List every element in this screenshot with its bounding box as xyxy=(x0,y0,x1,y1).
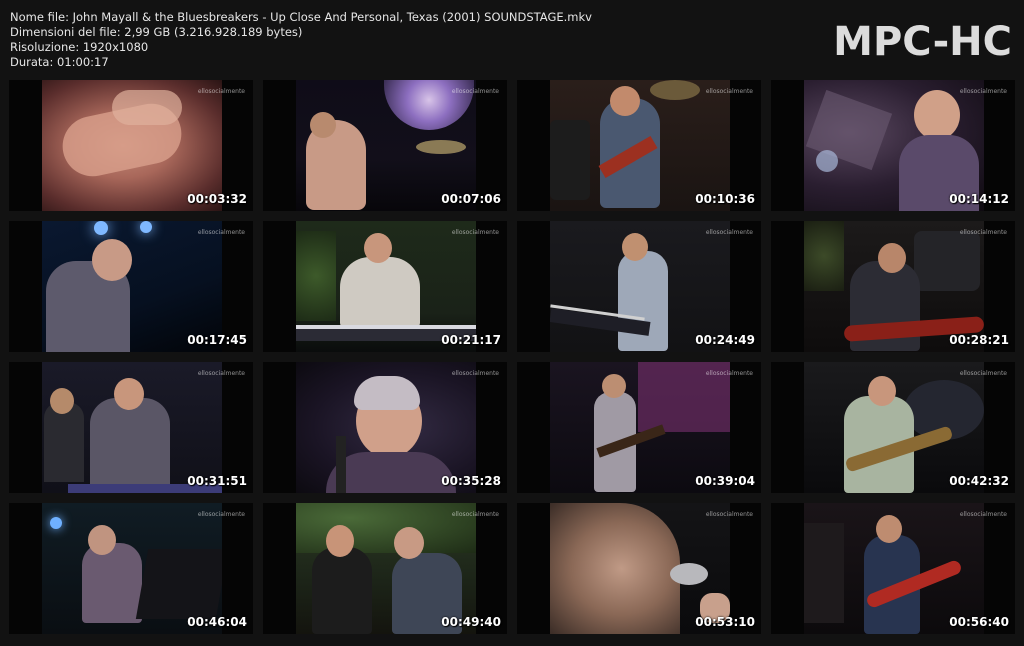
timestamp: 00:56:40 xyxy=(949,615,1009,629)
thumbnail[interactable]: ellosocialmente 00:42:32 xyxy=(771,362,1015,493)
file-resolution: Risoluzione: 1920x1080 xyxy=(10,40,149,54)
mpc-hc-logo: MPC-HC xyxy=(833,19,1012,65)
thumbnail[interactable]: ellosocialmente 00:03:32 xyxy=(9,80,253,211)
watermark-logo: ellosocialmente xyxy=(197,511,245,518)
watermark-logo: ellosocialmente xyxy=(959,511,1007,518)
watermark-logo: ellosocialmente xyxy=(451,229,499,236)
timestamp: 00:28:21 xyxy=(949,333,1009,347)
thumbnail[interactable]: ellosocialmente 00:46:04 xyxy=(9,503,253,634)
timestamp: 00:17:45 xyxy=(187,333,247,347)
thumbnail[interactable]: ellosocialmente 00:10:36 xyxy=(517,80,761,211)
timestamp: 00:42:32 xyxy=(949,474,1009,488)
thumbnail[interactable]: ellosocialmente 00:35:28 xyxy=(263,362,507,493)
file-size: Dimensioni del file: 2,99 GB (3.216.928.… xyxy=(10,25,303,39)
thumbnail[interactable]: ellosocialmente 00:56:40 xyxy=(771,503,1015,634)
timestamp: 00:07:06 xyxy=(441,192,501,206)
timestamp: 00:21:17 xyxy=(441,333,501,347)
thumbnail[interactable]: ellosocialmente 00:14:12 xyxy=(771,80,1015,211)
timestamp: 00:39:04 xyxy=(695,474,755,488)
thumbnail[interactable]: ellosocialmente 00:07:06 xyxy=(263,80,507,211)
timestamp: 00:03:32 xyxy=(187,192,247,206)
watermark-logo: ellosocialmente xyxy=(451,511,499,518)
thumbnail[interactable]: ellosocialmente 00:53:10 xyxy=(517,503,761,634)
thumbnail[interactable]: ellosocialmente 00:21:17 xyxy=(263,221,507,352)
timestamp: 00:31:51 xyxy=(187,474,247,488)
watermark-logo: ellosocialmente xyxy=(197,88,245,95)
timestamp: 00:14:12 xyxy=(949,192,1009,206)
watermark-logo: ellosocialmente xyxy=(451,88,499,95)
thumbnail[interactable]: ellosocialmente 00:17:45 xyxy=(9,221,253,352)
thumbnail[interactable]: ellosocialmente 00:49:40 xyxy=(263,503,507,634)
watermark-logo: ellosocialmente xyxy=(197,229,245,236)
watermark-logo: ellosocialmente xyxy=(451,370,499,377)
watermark-logo: ellosocialmente xyxy=(197,370,245,377)
watermark-logo: ellosocialmente xyxy=(705,511,753,518)
timestamp: 00:10:36 xyxy=(695,192,755,206)
watermark-logo: ellosocialmente xyxy=(959,229,1007,236)
timestamp: 00:46:04 xyxy=(187,615,247,629)
timestamp: 00:49:40 xyxy=(441,615,501,629)
timestamp: 00:53:10 xyxy=(695,615,755,629)
file-info: Nome file: John Mayall & the Bluesbreake… xyxy=(10,10,592,70)
thumbnail[interactable]: ellosocialmente 00:28:21 xyxy=(771,221,1015,352)
thumbnail[interactable]: ellosocialmente 00:39:04 xyxy=(517,362,761,493)
file-name: Nome file: John Mayall & the Bluesbreake… xyxy=(10,10,592,24)
thumbnail-grid: ellosocialmente 00:03:32 ellosocialmente… xyxy=(9,80,1016,636)
timestamp: 00:24:49 xyxy=(695,333,755,347)
watermark-logo: ellosocialmente xyxy=(959,88,1007,95)
watermark-logo: ellosocialmente xyxy=(705,229,753,236)
thumbnail-sheet: Nome file: John Mayall & the Bluesbreake… xyxy=(0,0,1024,646)
file-duration: Durata: 01:00:17 xyxy=(10,55,109,69)
watermark-logo: ellosocialmente xyxy=(959,370,1007,377)
watermark-logo: ellosocialmente xyxy=(705,88,753,95)
watermark-logo: ellosocialmente xyxy=(705,370,753,377)
timestamp: 00:35:28 xyxy=(441,474,501,488)
thumbnail[interactable]: ellosocialmente 00:24:49 xyxy=(517,221,761,352)
thumbnail[interactable]: ellosocialmente 00:31:51 xyxy=(9,362,253,493)
